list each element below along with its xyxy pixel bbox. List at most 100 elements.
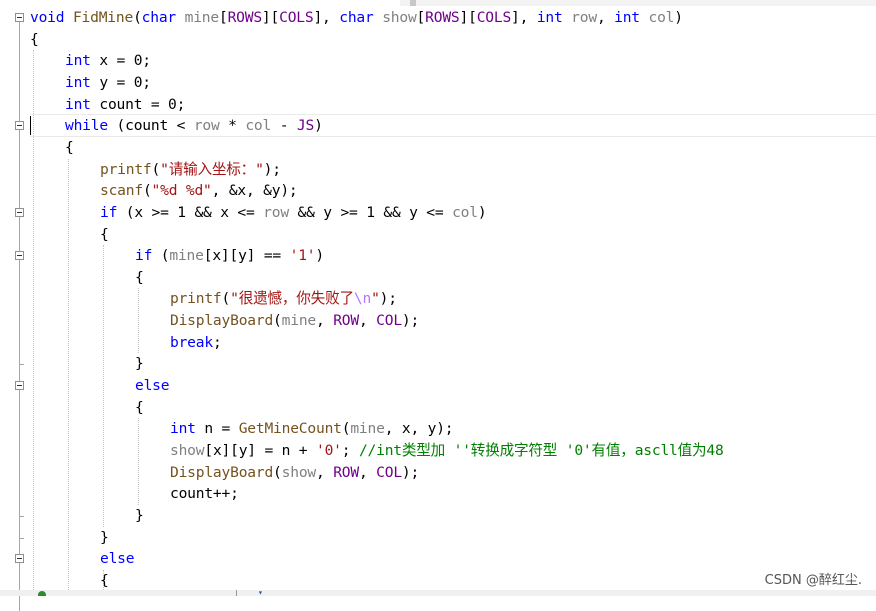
code-token: FidMine xyxy=(72,9,134,26)
code-token: "%d %d" xyxy=(151,182,212,200)
code-token: show xyxy=(281,463,317,481)
collapse-icon[interactable] xyxy=(15,381,24,391)
collapse-icon[interactable] xyxy=(15,554,24,564)
collapse-icon[interactable] xyxy=(15,207,24,217)
code-token: y = 0; xyxy=(90,73,151,91)
code-token: "请输入坐标：" xyxy=(160,160,264,178)
code-token: while xyxy=(65,117,108,135)
code-token: int xyxy=(170,420,196,438)
code-line[interactable]: else xyxy=(135,375,170,396)
code-token: { xyxy=(135,268,144,286)
code-token: , x, y); xyxy=(384,420,454,438)
code-line[interactable]: if (mine[x][y] == '1') xyxy=(135,245,324,266)
code-token: [ xyxy=(416,9,426,26)
code-token: , xyxy=(316,463,334,481)
code-token: if xyxy=(100,203,118,221)
collapse-icon[interactable] xyxy=(15,13,24,22)
code-token: ( xyxy=(133,9,142,26)
code-token: \n xyxy=(353,290,372,308)
code-token: [ xyxy=(218,9,228,26)
code-token: show xyxy=(170,442,205,459)
code-token: ][ xyxy=(261,9,280,26)
block-end-tick xyxy=(19,537,24,539)
code-token: JS xyxy=(296,117,315,135)
code-token: int xyxy=(65,95,91,113)
code-token: ( xyxy=(273,463,282,481)
code-line[interactable]: printf("请输入坐标："); xyxy=(100,159,281,180)
code-token: ][ xyxy=(459,9,477,26)
code-line[interactable]: printf("很遗憾，你失败了\n"); xyxy=(170,288,397,309)
code-line[interactable]: int x = 0; xyxy=(65,50,151,71)
code-token: row xyxy=(571,9,597,26)
code-line[interactable]: } xyxy=(135,505,144,526)
code-editor[interactable]: void FidMine(char mine[ROWS][COLS], char… xyxy=(0,0,876,611)
code-line[interactable]: { xyxy=(100,224,109,245)
code-line[interactable]: int n = GetMineCount(mine, x, y); xyxy=(170,418,454,439)
code-token: , xyxy=(358,312,377,330)
code-token: ( xyxy=(221,290,231,308)
code-line[interactable]: break; xyxy=(170,332,222,353)
block-end-tick xyxy=(19,515,24,517)
code-line[interactable]: DisplayBoard(show, ROW, COL); xyxy=(170,462,419,483)
code-token: col xyxy=(648,9,675,26)
code-line[interactable]: { xyxy=(30,29,39,50)
code-token: ROW xyxy=(333,463,359,481)
code-token: "很遗憾，你失败了 xyxy=(230,290,354,308)
code-token: scanf xyxy=(100,182,143,200)
code-token: ) xyxy=(477,203,487,221)
code-token: int xyxy=(536,9,563,26)
code-token: COL xyxy=(376,312,402,330)
indent-guide xyxy=(138,418,139,505)
code-line[interactable]: while (count < row * col - JS) xyxy=(65,115,323,136)
collapse-icon[interactable] xyxy=(15,121,24,131)
code-token: DisplayBoard xyxy=(170,463,274,481)
code-line[interactable]: } xyxy=(100,527,109,548)
code-line[interactable]: else xyxy=(100,548,135,569)
code-token: count = 0; xyxy=(90,95,186,113)
code-token: } xyxy=(135,355,144,373)
code-token: { xyxy=(100,571,109,589)
code-line[interactable]: if (x >= 1 && x <= row && y >= 1 && y <=… xyxy=(100,202,487,223)
code-token: (x >= 1 && x <= xyxy=(117,203,264,221)
code-token: ( xyxy=(273,312,282,330)
code-line[interactable]: show[x][y] = n + '0'; //int类型加 ''转换成字符型 … xyxy=(170,440,724,461)
block-end-tick xyxy=(19,364,24,366)
collapse-icon[interactable] xyxy=(15,251,24,261)
top-strip-thumb[interactable] xyxy=(410,0,416,6)
code-token: ) xyxy=(314,117,323,135)
code-token: void xyxy=(30,9,65,26)
code-line[interactable]: { xyxy=(135,267,144,288)
code-token: count++; xyxy=(170,485,239,503)
code-token: { xyxy=(135,398,144,416)
code-line[interactable]: count++; xyxy=(170,483,239,504)
code-line[interactable]: int y = 0; xyxy=(65,72,151,93)
code-token: ); xyxy=(379,290,397,308)
code-token: ) xyxy=(315,247,324,265)
code-token: '0' xyxy=(315,442,342,459)
code-token: COLS xyxy=(476,9,512,26)
code-line[interactable]: { xyxy=(135,397,144,418)
status-separator xyxy=(236,590,237,596)
code-line[interactable]: DisplayBoard(mine, ROW, COL); xyxy=(170,310,419,331)
code-token: ( xyxy=(151,160,161,178)
csdn-watermark: CSDN @醉红尘. xyxy=(764,573,862,588)
code-token: x = 0; xyxy=(90,52,151,70)
code-token: mine xyxy=(350,420,385,438)
code-line[interactable]: { xyxy=(100,570,109,591)
indent-guide xyxy=(68,158,69,592)
outline-line xyxy=(19,22,20,611)
code-token: int xyxy=(65,52,91,70)
code-token: char xyxy=(339,9,374,26)
code-line[interactable]: int count = 0; xyxy=(65,94,185,115)
code-token: printf xyxy=(100,160,152,178)
code-token: row xyxy=(193,117,220,135)
code-token: DisplayBoard xyxy=(170,312,274,330)
code-line[interactable]: scanf("%d %d", &x, &y); xyxy=(100,180,298,201)
code-line[interactable]: } xyxy=(135,353,144,374)
code-token: ], xyxy=(313,9,340,26)
code-line[interactable]: void FidMine(char mine[ROWS][COLS], char… xyxy=(30,7,683,28)
code-line[interactable]: { xyxy=(65,137,74,158)
